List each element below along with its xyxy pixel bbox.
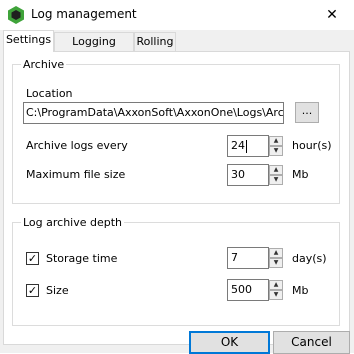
size-input[interactable]: 500 — [227, 279, 269, 301]
size-stepper: 500 ▲ ▼ — [227, 279, 283, 301]
storage-time-unit: day(s) — [292, 252, 327, 265]
storage-time-down-button[interactable]: ▼ — [269, 258, 283, 268]
archive-interval-up-button[interactable]: ▲ — [269, 136, 283, 146]
max-file-size-stepper: 30 ▲ ▼ — [227, 164, 283, 186]
max-file-size-label: Maximum file size — [26, 168, 126, 181]
axxon-hexagon-icon — [8, 6, 24, 24]
size-down-button[interactable]: ▼ — [269, 290, 283, 300]
storage-time-label: Storage time — [46, 252, 118, 265]
archive-interval-stepper: 24 ▲ ▼ — [227, 135, 283, 157]
tab-settings[interactable]: Settings — [3, 30, 54, 52]
storage-time-stepper: 7 ▲ ▼ — [227, 247, 283, 269]
location-label: Location — [26, 87, 73, 100]
size-up-button[interactable]: ▲ — [269, 280, 283, 290]
log-archive-depth-group: Log archive depth ✓ Storage time 7 ▲ ▼ d… — [12, 215, 340, 326]
cancel-button[interactable]: Cancel — [273, 331, 350, 354]
archive-group-legend: Archive — [21, 57, 67, 72]
archive-interval-input[interactable]: 24 — [227, 135, 269, 157]
location-field[interactable]: C:\ProgramData\AxxonSoft\AxxonOne\Logs\A… — [23, 102, 284, 124]
browse-button[interactable]: ... — [295, 102, 319, 123]
archive-interval-unit: hour(s) — [292, 139, 332, 152]
max-file-size-up-button[interactable]: ▲ — [269, 165, 283, 175]
size-label: Size — [46, 284, 69, 297]
max-file-size-unit: Mb — [292, 168, 309, 181]
archive-interval-down-button[interactable]: ▼ — [269, 146, 283, 156]
log-archive-depth-legend: Log archive depth — [21, 215, 125, 230]
storage-time-input[interactable]: 7 — [227, 247, 269, 269]
storage-time-checkbox[interactable]: ✓ — [26, 252, 39, 265]
tab-logging-levels[interactable]: Logging levels — [54, 32, 134, 66]
size-unit: Mb — [292, 284, 309, 297]
size-checkbox[interactable]: ✓ — [26, 284, 39, 297]
title-bar: Log management ✕ — [0, 0, 354, 30]
dialog-client: Settings Logging levels Rolling Archive … — [0, 30, 354, 354]
close-button[interactable]: ✕ — [318, 4, 346, 26]
storage-time-up-button[interactable]: ▲ — [269, 248, 283, 258]
max-file-size-input[interactable]: 30 — [227, 164, 269, 186]
archive-group: Archive Location C:\ProgramData\AxxonSof… — [12, 57, 340, 204]
max-file-size-down-button[interactable]: ▼ — [269, 175, 283, 185]
archive-interval-label: Archive logs every — [26, 139, 128, 152]
settings-panel: Archive Location C:\ProgramData\AxxonSof… — [3, 51, 350, 345]
tab-rolling[interactable]: Rolling — [134, 32, 176, 51]
window-title: Log management — [31, 7, 137, 21]
ok-button[interactable]: OK — [189, 331, 270, 354]
